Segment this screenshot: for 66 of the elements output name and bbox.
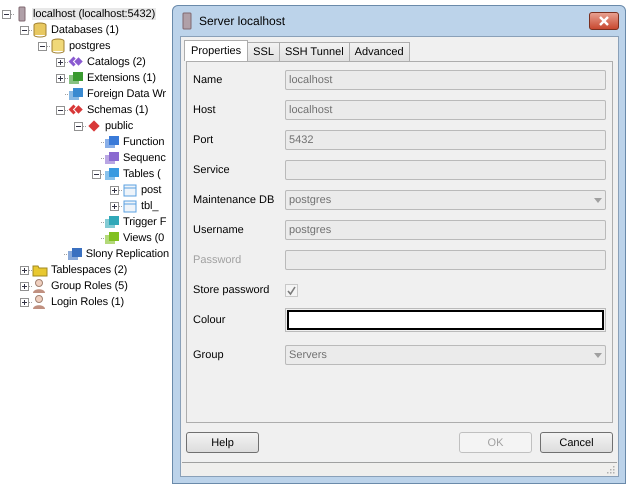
stack-icon (104, 150, 120, 166)
resize-grip-icon (607, 466, 615, 474)
expand-icon[interactable] (20, 298, 29, 306)
collapse-icon[interactable] (20, 26, 29, 34)
field-label: Host (193, 104, 217, 116)
tree-item[interactable]: public (104, 120, 134, 132)
collapse-icon[interactable] (74, 122, 83, 130)
expand-icon[interactable] (56, 58, 65, 66)
collapse-icon[interactable] (2, 10, 11, 18)
tree-item[interactable]: tbl_ (140, 200, 160, 212)
field-label: Name (193, 74, 224, 86)
tab[interactable]: Advanced (348, 42, 410, 61)
tree-item[interactable]: postgres (68, 40, 112, 52)
database-stack-icon (32, 22, 48, 38)
caret-icon (594, 198, 602, 202)
tree-item[interactable]: Schemas (1) (86, 104, 150, 116)
field-label: Port (193, 134, 214, 146)
colour-picker[interactable] (287, 310, 604, 330)
field-label: Group (193, 349, 225, 361)
tab[interactable]: SSH Tunnel (278, 42, 350, 61)
table-stack-icon (104, 166, 120, 182)
field-label: Username (193, 224, 245, 236)
collapse-icon[interactable] (38, 42, 47, 50)
tree-item[interactable]: Foreign Data Wr (86, 88, 167, 100)
expand-icon[interactable] (110, 202, 119, 210)
collapse-icon[interactable] (92, 170, 101, 178)
tree-item[interactable]: Trigger F (122, 216, 168, 228)
user-icon (32, 294, 48, 310)
tree-item[interactable]: Catalogs (2) (86, 56, 147, 68)
field-label: Store password (193, 284, 270, 296)
tree-item[interactable]: localhost (localhost:5432) (32, 8, 156, 20)
field-label: Password (193, 254, 242, 266)
database-icon (50, 38, 66, 54)
tab[interactable]: SSL (247, 42, 280, 61)
close-button[interactable] (589, 12, 619, 30)
expand-icon[interactable] (56, 74, 65, 82)
tree-item[interactable]: Tables ( (122, 168, 162, 180)
tree-item[interactable]: Function (122, 136, 166, 148)
tree-item[interactable]: Tablespaces (2) (50, 264, 128, 276)
tree-item[interactable]: post (140, 184, 162, 196)
table-icon (122, 198, 138, 214)
tree-item[interactable]: Sequenc (122, 152, 167, 164)
user-icon (32, 278, 48, 294)
tree-item[interactable]: Group Roles (5) (50, 280, 129, 292)
tab[interactable]: Properties (184, 40, 248, 61)
tree-item[interactable]: Slony Replication (84, 248, 170, 260)
field-label: Colour (193, 314, 226, 326)
close-icon (597, 16, 611, 26)
tree-item[interactable]: Login Roles (1) (50, 296, 126, 308)
table-icon (122, 182, 138, 198)
dialog-button[interactable]: Cancel (540, 432, 613, 453)
squares-icon (104, 230, 120, 246)
caret-icon (594, 352, 602, 358)
expand-icon[interactable] (110, 186, 119, 194)
expand-icon[interactable] (20, 266, 29, 274)
collapse-icon[interactable] (56, 106, 65, 114)
tree-item[interactable]: Views (0 (122, 232, 166, 244)
field-label: Service (193, 164, 231, 176)
dialog-button[interactable]: Help (186, 432, 259, 453)
tree-item[interactable]: Extensions (1) (86, 72, 157, 84)
window-title: Server localhost (199, 14, 286, 28)
server-icon (181, 12, 193, 30)
stack-icon (104, 134, 120, 150)
field-label: Maintenance DB (193, 194, 276, 206)
expand-icon[interactable] (20, 282, 29, 290)
tree-item[interactable]: Databases (1) (50, 24, 120, 36)
